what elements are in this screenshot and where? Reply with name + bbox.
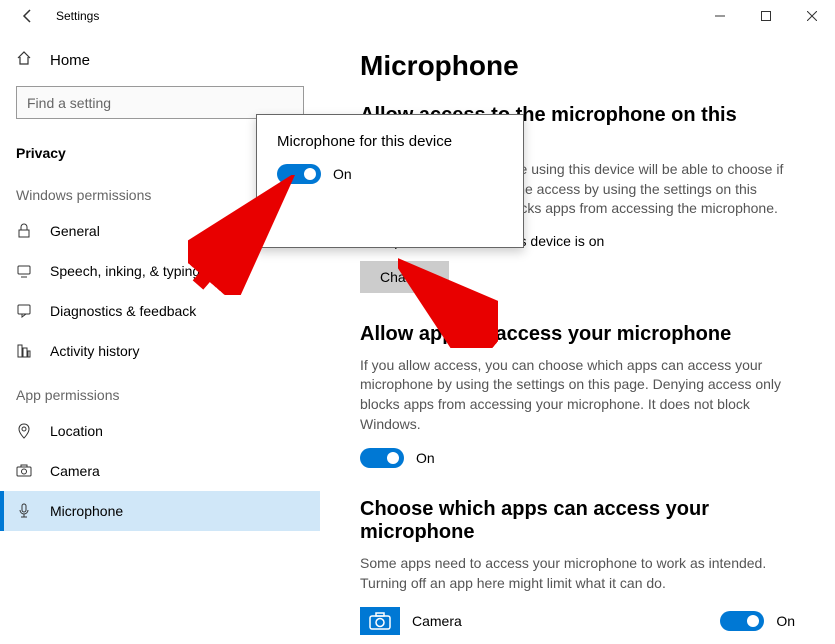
- page-title: Microphone: [360, 50, 795, 82]
- home-label: Home: [50, 52, 90, 69]
- location-icon: [16, 423, 36, 439]
- nav-label: Location: [50, 423, 103, 439]
- camera-app-toggle[interactable]: [720, 611, 764, 631]
- nav-label: General: [50, 223, 100, 239]
- nav-diagnostics[interactable]: Diagnostics & feedback: [0, 291, 320, 331]
- home-icon: [16, 50, 36, 70]
- nav-camera[interactable]: Camera: [0, 451, 320, 491]
- window-title: Settings: [56, 9, 99, 23]
- nav-label: Diagnostics & feedback: [50, 303, 196, 319]
- lock-icon: [16, 223, 36, 239]
- popup-title: Microphone for this device: [277, 133, 503, 150]
- back-button[interactable]: [8, 0, 48, 32]
- close-button[interactable]: [789, 0, 835, 32]
- maximize-button[interactable]: [743, 0, 789, 32]
- feedback-icon: [16, 303, 36, 319]
- annotation-arrow-toggle: [188, 175, 298, 295]
- device-microphone-state: On: [333, 166, 352, 182]
- window-controls: [697, 0, 835, 32]
- camera-icon: [16, 463, 36, 479]
- nav-label: Activity history: [50, 343, 139, 359]
- section3-heading: Choose which apps can access your microp…: [360, 498, 795, 544]
- app-row-camera: Camera On: [360, 607, 795, 635]
- section3-desc: Some apps need to access your microphone…: [360, 554, 795, 593]
- annotation-arrow-change: [398, 258, 498, 348]
- titlebar: Settings: [0, 0, 835, 32]
- nav-location[interactable]: Location: [0, 411, 320, 451]
- nav-activity[interactable]: Activity history: [0, 331, 320, 371]
- nav-microphone[interactable]: Microphone: [0, 491, 320, 531]
- section2-desc: If you allow access, you can choose whic…: [360, 356, 795, 434]
- apps-access-state: On: [416, 450, 435, 466]
- speech-icon: [16, 263, 36, 279]
- nav-label: Speech, inking, & typing: [50, 263, 200, 279]
- home-nav[interactable]: Home: [0, 40, 320, 80]
- microphone-icon: [16, 503, 36, 519]
- app-name: Camera: [412, 613, 708, 629]
- nav-label: Microphone: [50, 503, 123, 519]
- camera-app-icon: [360, 607, 400, 635]
- nav-label: Camera: [50, 463, 100, 479]
- apps-access-toggle[interactable]: [360, 448, 404, 468]
- history-icon: [16, 343, 36, 359]
- group-app-permissions: App permissions: [0, 371, 320, 411]
- camera-app-state: On: [776, 613, 795, 629]
- minimize-button[interactable]: [697, 0, 743, 32]
